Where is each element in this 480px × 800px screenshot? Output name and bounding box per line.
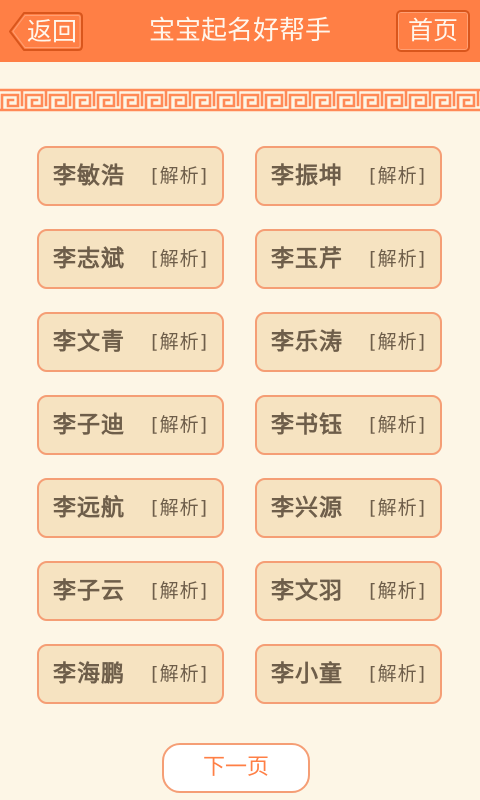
- name-card[interactable]: 李文羽 [解析]: [255, 561, 442, 621]
- name-card[interactable]: 李小童 [解析]: [255, 644, 442, 704]
- home-button[interactable]: 首页: [396, 10, 470, 52]
- name-label: 李书钰: [271, 412, 343, 438]
- name-label: 李志斌: [53, 246, 125, 272]
- analyze-link[interactable]: [解析]: [151, 148, 208, 204]
- name-label: 李振坤: [271, 163, 343, 189]
- app-header: 宝宝起名好帮手 返回 首页: [0, 0, 480, 62]
- decorative-fret-border: [0, 84, 480, 116]
- name-label: 李文青: [53, 329, 125, 355]
- analyze-link[interactable]: [解析]: [369, 231, 426, 287]
- analyze-link[interactable]: [解析]: [151, 314, 208, 370]
- name-card[interactable]: 李兴源 [解析]: [255, 478, 442, 538]
- name-label: 李小童: [271, 661, 343, 687]
- name-card[interactable]: 李志斌 [解析]: [37, 229, 224, 289]
- name-card[interactable]: 李敏浩 [解析]: [37, 146, 224, 206]
- analyze-link[interactable]: [解析]: [151, 397, 208, 453]
- analyze-link[interactable]: [解析]: [151, 480, 208, 536]
- analyze-link[interactable]: [解析]: [369, 148, 426, 204]
- name-label: 李远航: [53, 495, 125, 521]
- analyze-link[interactable]: [解析]: [369, 314, 426, 370]
- analyze-link[interactable]: [解析]: [151, 646, 208, 702]
- name-card[interactable]: 李书钰 [解析]: [255, 395, 442, 455]
- name-card[interactable]: 李振坤 [解析]: [255, 146, 442, 206]
- analyze-link[interactable]: [解析]: [151, 563, 208, 619]
- name-card[interactable]: 李子迪 [解析]: [37, 395, 224, 455]
- name-label: 李海鹏: [53, 661, 125, 687]
- name-label: 李敏浩: [53, 163, 125, 189]
- back-button[interactable]: 返回: [8, 11, 84, 52]
- name-label: 李乐涛: [271, 329, 343, 355]
- name-label: 李文羽: [271, 578, 343, 604]
- name-label: 李子云: [53, 578, 125, 604]
- name-card[interactable]: 李远航 [解析]: [37, 478, 224, 538]
- analyze-link[interactable]: [解析]: [369, 480, 426, 536]
- analyze-link[interactable]: [解析]: [369, 646, 426, 702]
- name-label: 李玉芹: [271, 246, 343, 272]
- next-page-button[interactable]: 下一页: [162, 743, 310, 793]
- name-card[interactable]: 李子云 [解析]: [37, 561, 224, 621]
- name-label: 李子迪: [53, 412, 125, 438]
- name-label: 李兴源: [271, 495, 343, 521]
- name-card[interactable]: 李玉芹 [解析]: [255, 229, 442, 289]
- analyze-link[interactable]: [解析]: [369, 563, 426, 619]
- name-card[interactable]: 李文青 [解析]: [37, 312, 224, 372]
- back-button-label: 返回: [26, 17, 77, 46]
- name-card[interactable]: 李海鹏 [解析]: [37, 644, 224, 704]
- name-card[interactable]: 李乐涛 [解析]: [255, 312, 442, 372]
- analyze-link[interactable]: [解析]: [151, 231, 208, 287]
- analyze-link[interactable]: [解析]: [369, 397, 426, 453]
